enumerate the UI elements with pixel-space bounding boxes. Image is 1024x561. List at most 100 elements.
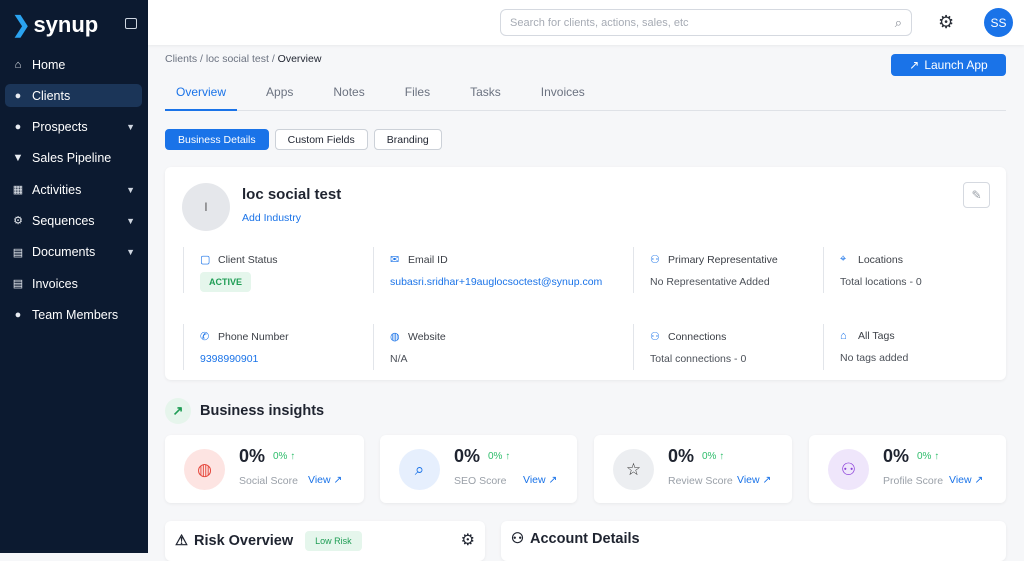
launch-app-button[interactable]: ↗ Launch App — [891, 54, 1006, 76]
external-link-icon: ↗ — [974, 474, 984, 486]
label: Client Status — [218, 253, 278, 266]
globe-icon: ◍ — [184, 449, 225, 490]
field-primary-representative: ⚇ Primary Representative No Representative… — [633, 247, 778, 293]
add-industry-link[interactable]: Add Industry — [242, 212, 301, 224]
subtab-custom-fields[interactable]: Custom Fields — [274, 129, 368, 150]
label: Sales Pipeline — [32, 151, 112, 166]
score-value: 0% — [239, 446, 266, 466]
account-details-card: ⚇ Account Details — [501, 521, 1006, 561]
label: Phone Number — [218, 330, 289, 343]
title: Account Details — [530, 531, 640, 547]
label: Home — [32, 57, 66, 72]
users-icon: ⚇ — [650, 331, 660, 343]
chevron-down-icon: ▼ — [126, 184, 135, 195]
tab-overview[interactable]: Overview — [165, 85, 238, 111]
label: All Tags — [858, 330, 895, 342]
score-name: Profile Score — [883, 475, 944, 487]
status-badge: ACTIVE — [200, 272, 252, 292]
business-insights-heading: ↗ Business insights — [165, 398, 324, 424]
value: N/A — [390, 353, 408, 365]
team-icon: ● — [14, 308, 22, 321]
label: View — [308, 474, 331, 486]
sidebar-item-home[interactable]: ⌂ Home — [5, 53, 142, 76]
label: Email ID — [408, 253, 448, 266]
value: No Representative Added — [650, 276, 770, 288]
breadcrumb-client[interactable]: loc social test — [206, 53, 269, 65]
subtab-business-details[interactable]: Business Details — [165, 129, 269, 150]
breadcrumb-clients[interactable]: Clients — [165, 53, 197, 65]
view-link[interactable]: View ↗ — [737, 474, 771, 486]
funnel-icon: ▼ — [12, 152, 24, 165]
subtab-branding[interactable]: Branding — [373, 129, 442, 150]
invoice-icon: ▤ — [12, 278, 24, 291]
sidebar-item-activities[interactable]: ▦ Activities ▼ — [5, 178, 142, 201]
search-icon: ⌕ — [399, 449, 440, 490]
field-locations: ⌖ Locations Total locations - 0 — [823, 247, 922, 293]
label: Prospects — [32, 120, 88, 135]
field-website: ◍ Website N/A — [373, 324, 446, 370]
view-link[interactable]: View ↗ — [523, 474, 557, 486]
clipboard-icon: ▢ — [200, 254, 211, 266]
star-icon: ☆ — [613, 449, 654, 490]
tab-tasks[interactable]: Tasks — [459, 85, 512, 111]
chevron-down-icon: ▼ — [126, 215, 135, 226]
tab-files[interactable]: Files — [394, 85, 441, 111]
view-link[interactable]: View ↗ — [949, 474, 983, 486]
search-input[interactable]: Search for clients, actions, sales, etc ⌕ — [500, 9, 912, 36]
email-value[interactable]: subasri.sridhar+19auglocsoctest@synup.co… — [390, 276, 602, 288]
score-name: Review Score — [668, 475, 733, 487]
label: Website — [408, 330, 446, 343]
trending-up-icon: ↗ — [165, 398, 191, 424]
settings-gear-icon[interactable]: ⚙ — [938, 12, 954, 33]
label: Connections — [668, 330, 727, 343]
mail-icon: ✉ — [390, 254, 400, 266]
title: Risk Overview — [194, 533, 294, 549]
sidebar-item-sequences[interactable]: ⚙ Sequences ▼ — [5, 209, 142, 232]
external-link-icon: ↗ — [909, 58, 920, 72]
collapse-sidebar-icon[interactable] — [125, 18, 137, 29]
field-client-status: ▢ Client Status ACTIVE — [183, 247, 278, 293]
score-delta: 0% ↑ — [273, 451, 296, 462]
sidebar-item-sales-pipeline[interactable]: ▼ Sales Pipeline — [5, 147, 142, 170]
field-connections: ⚇ Connections Total connections - 0 — [633, 324, 746, 370]
gear-icon: ⚙ — [13, 215, 23, 228]
risk-settings-gear-icon[interactable]: ⚙ — [461, 530, 475, 550]
seo-score-card: ⌕ 0% 0% ↑ SEO Score View ↗ — [380, 435, 577, 503]
external-link-icon: ↗ — [333, 474, 343, 486]
value: Total connections - 0 — [650, 353, 747, 365]
label: View — [949, 474, 972, 486]
score-value: 0% — [883, 446, 910, 466]
user-icon: ● — [14, 89, 22, 102]
score-delta: 0% ↑ — [702, 451, 725, 462]
tab-notes[interactable]: Notes — [322, 85, 375, 111]
score-delta: 0% ↑ — [917, 451, 940, 462]
score-name: Social Score — [239, 475, 298, 487]
tab-invoices[interactable]: Invoices — [530, 85, 596, 111]
external-link-icon: ↗ — [548, 474, 558, 486]
client-name: loc social test — [242, 186, 342, 203]
user-avatar[interactable]: SS — [984, 8, 1013, 37]
view-link[interactable]: View ↗ — [308, 474, 342, 486]
title: Business insights — [200, 403, 325, 419]
top-bar: Search for clients, actions, sales, etc ⌕… — [148, 0, 1024, 45]
sidebar-item-prospects[interactable]: ● Prospects ▼ — [5, 116, 142, 139]
brand-name: synup — [33, 12, 99, 37]
label: Team Members — [32, 307, 119, 322]
sidebar-item-invoices[interactable]: ▤ Invoices — [5, 272, 142, 295]
tab-apps[interactable]: Apps — [255, 85, 304, 111]
search-icon: ⌕ — [894, 15, 902, 30]
calendar-icon: ▦ — [12, 184, 24, 197]
sidebar-item-clients[interactable]: ● Clients — [5, 84, 142, 108]
risk-overview-card: ⚠ Risk Overview Low Risk ⚙ — [165, 521, 485, 561]
breadcrumb-current: Overview — [277, 53, 322, 65]
sidebar-item-team-members[interactable]: ● Team Members — [5, 303, 142, 326]
label: Activities — [32, 182, 82, 197]
sidebar-nav: ⌂ Home ● Clients ● Prospects ▼ ▼ Sales Pipeli… — [5, 53, 142, 335]
sidebar-item-documents[interactable]: ▤ Documents ▼ — [5, 241, 142, 264]
phone-value[interactable]: 9398990901 — [200, 353, 289, 365]
synup-logo[interactable]: ❯ synup — [12, 12, 98, 38]
location-pin-icon: ⌖ — [840, 253, 847, 265]
label: Documents — [32, 245, 96, 260]
edit-pencil-icon[interactable]: ✎ — [963, 182, 990, 208]
label: Invoices — [32, 276, 78, 291]
